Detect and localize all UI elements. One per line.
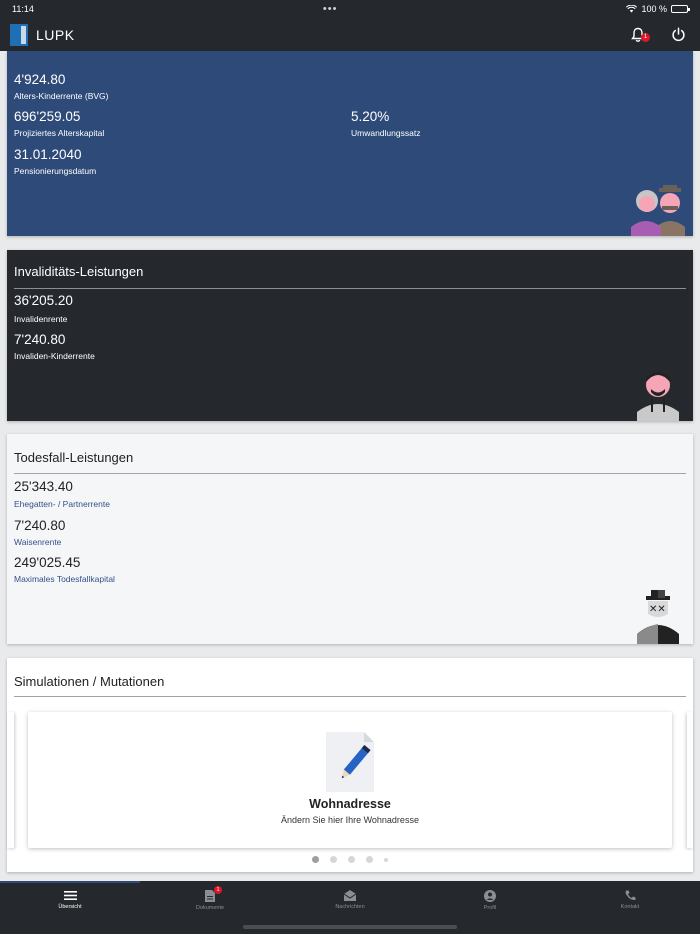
disability-pension-value: 36'205.20 bbox=[14, 293, 73, 308]
death-capital-value: 249'025.45 bbox=[14, 555, 81, 570]
death-title: Todesfall-Leistungen bbox=[14, 450, 134, 465]
mail-icon bbox=[344, 890, 356, 901]
child-pension-bvg-label: Alters-Kinderrente (BVG) bbox=[14, 91, 109, 101]
retirement-date-label: Pensionierungsdatum bbox=[14, 166, 97, 176]
carousel-card-description: Ändern Sie hier Ihre Wohnadresse bbox=[281, 815, 419, 825]
child-pension-bvg-value: 4'924.80 bbox=[14, 72, 66, 87]
conversion-rate-value: 5.20% bbox=[351, 109, 390, 124]
nav-overview-label: Übersicht bbox=[58, 904, 82, 910]
orphan-pension-label: Waisenrente bbox=[14, 537, 62, 547]
nav-contact-label: Kontakt bbox=[620, 904, 640, 910]
projected-capital-value: 696'259.05 bbox=[14, 109, 81, 124]
pager-dot-2[interactable] bbox=[330, 856, 337, 863]
carousel-card-address[interactable]: Wohnadresse Ändern Sie hier Ihre Wohnadr… bbox=[28, 712, 672, 848]
pager-dot-4[interactable] bbox=[366, 856, 373, 863]
elderly-couple-icon bbox=[631, 185, 685, 236]
svg-text:✕✕: ✕✕ bbox=[649, 604, 666, 615]
carousel-next-card[interactable] bbox=[687, 712, 693, 848]
disability-card: Invaliditäts-Leistungen 36'205.20 Invali… bbox=[7, 250, 693, 421]
notification-badge: 1 bbox=[641, 32, 650, 42]
carousel-pager bbox=[7, 856, 693, 863]
disability-divider bbox=[14, 288, 686, 289]
status-time: 11:14 bbox=[12, 4, 34, 14]
logout-button[interactable] bbox=[668, 25, 688, 45]
pager-dot-5[interactable] bbox=[384, 857, 388, 862]
death-divider bbox=[14, 473, 686, 474]
carousel-prev-card[interactable] bbox=[7, 712, 14, 848]
conversion-rate-label: Umwandlungssatz bbox=[351, 128, 421, 138]
nav-overview[interactable]: Übersicht bbox=[0, 881, 140, 934]
projected-capital-label: Projiziertes Alterskapital bbox=[14, 128, 105, 138]
app-title: LUPK bbox=[36, 26, 75, 43]
notifications-button[interactable]: 1 bbox=[628, 25, 650, 45]
simulations-divider bbox=[14, 696, 686, 697]
pager-dot-3[interactable] bbox=[348, 856, 355, 863]
disability-title: Invaliditäts-Leistungen bbox=[14, 264, 144, 279]
death-benefits-card: Todesfall-Leistungen 25'343.40 Ehegatten… bbox=[7, 434, 693, 644]
status-right: 100 % bbox=[626, 4, 690, 14]
phone-icon bbox=[625, 890, 635, 901]
menu-icon bbox=[63, 891, 77, 900]
nav-documents-label: Dokumente bbox=[195, 905, 225, 911]
simulations-card: Simulationen / Mutationen Wohnadresse Än… bbox=[7, 658, 693, 872]
battery-percent: 100 % bbox=[641, 4, 667, 14]
battery-icon bbox=[670, 5, 690, 13]
disability-child-pension-value: 7'240.80 bbox=[14, 332, 66, 347]
death-capital-label: Maximales Todesfallkapital bbox=[14, 574, 115, 584]
disability-child-pension-label: Invaliden-Kinderrente bbox=[14, 351, 95, 361]
app-bar-actions: 1 bbox=[628, 25, 690, 45]
wifi-icon bbox=[626, 5, 638, 13]
lupk-logo-icon bbox=[10, 23, 28, 46]
app-bar: LUPK 1 bbox=[0, 18, 700, 51]
nav-profile-label: Profil bbox=[483, 905, 497, 911]
spouse-pension-label: Ehegatten- / Partnerrente bbox=[14, 499, 110, 509]
multitask-dots: ••• bbox=[322, 3, 338, 15]
disabled-person-icon bbox=[637, 372, 679, 421]
deceased-person-icon: ✕✕ bbox=[637, 590, 679, 644]
profile-icon bbox=[484, 890, 496, 902]
document-pencil-icon bbox=[326, 732, 374, 792]
carousel-card-title: Wohnadresse bbox=[309, 797, 391, 811]
pager-dot-1[interactable] bbox=[312, 856, 319, 863]
spouse-pension-value: 25'343.40 bbox=[14, 479, 73, 494]
documents-badge: 1 bbox=[214, 886, 222, 894]
nav-messages-label: Nachrichten bbox=[335, 904, 365, 910]
disability-pension-label: Invalidenrente bbox=[14, 314, 68, 324]
nav-contact[interactable]: Kontakt bbox=[560, 881, 700, 934]
retirement-card: 4'924.80 Alters-Kinderrente (BVG) 696'25… bbox=[7, 51, 693, 236]
status-bar: 11:14 ••• 100 % bbox=[0, 0, 700, 18]
orphan-pension-value: 7'240.80 bbox=[14, 518, 66, 533]
simulations-title: Simulationen / Mutationen bbox=[14, 674, 165, 689]
power-icon bbox=[671, 27, 685, 42]
home-indicator bbox=[243, 925, 457, 929]
retirement-date-value: 31.01.2040 bbox=[14, 147, 82, 162]
